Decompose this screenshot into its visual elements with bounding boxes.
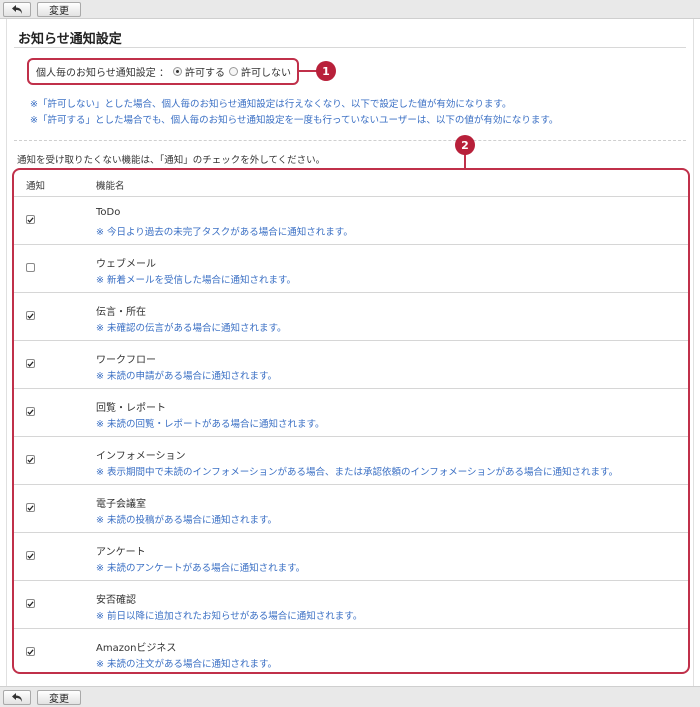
checkmark-icon: [27, 600, 34, 607]
feature-name: 伝言・所在: [96, 307, 146, 318]
feature-description: ※ 未読のアンケートがある場合に通知されます。: [96, 563, 306, 574]
notify-checkbox[interactable]: [26, 455, 35, 464]
bottom-toolbar: 変更: [0, 686, 700, 707]
change-button-bottom[interactable]: 変更: [37, 689, 81, 705]
section-divider: [14, 140, 686, 141]
note-allow: ※「許可する」とした場合でも、個人毎のお知らせ通知設定を一度も行っていないユーザ…: [30, 115, 559, 126]
feature-name: ウェブメール: [96, 259, 156, 270]
note-deny: ※「許可しない」とした場合、個人毎のお知らせ通知設定は行えなくなり、以下で設定し…: [30, 99, 512, 110]
checkmark-icon: [27, 408, 34, 415]
radio-deny-dot[interactable]: [228, 67, 238, 76]
notify-checkbox[interactable]: [26, 407, 35, 416]
notify-checkbox[interactable]: [26, 311, 35, 320]
title-divider: [14, 47, 686, 48]
radio-allow-dot[interactable]: [172, 67, 182, 76]
radio-deny-label: 許可しない: [240, 68, 291, 79]
table-row: インフォメーション ※ 表示期間中で未読のインフォメーションがある場合、または承認…: [14, 437, 688, 485]
table-row: ワークフロー ※ 未読の申請がある場合に通知されます。: [14, 341, 688, 389]
header-feature: 機能名: [96, 181, 125, 192]
instruction-text: 通知を受け取りたくない機能は、「通知」のチェックを外してください。: [17, 155, 326, 166]
checkmark-icon: [27, 648, 34, 655]
callout-badge-1: 1: [316, 61, 336, 81]
personal-setting-box: 個人毎のお知らせ通知設定 ： 許可する 許可しない: [27, 58, 299, 85]
feature-name: Amazonビジネス: [96, 643, 177, 654]
change-button[interactable]: 変更: [37, 1, 81, 17]
checkmark-icon: [27, 456, 34, 463]
callout-badge-2: 2: [455, 135, 475, 155]
feature-name: インフォメーション: [96, 451, 186, 462]
notify-checkbox[interactable]: [26, 503, 35, 512]
page-title: お知らせ通知設定: [18, 32, 122, 47]
table-row: Amazonビジネス ※ 未読の注文がある場合に通知されます。: [14, 629, 688, 672]
table-row: ToDo ※ 今日より過去の未完了タスクがある場合に通知されます。: [14, 197, 688, 245]
table-header: 通知 機能名: [14, 170, 688, 197]
feature-description: ※ 未確認の伝言がある場合に通知されます。: [96, 323, 287, 334]
feature-description: ※ 未読の投稿がある場合に通知されます。: [96, 515, 278, 526]
feature-description: ※ 新着メールを受信した場合に通知されます。: [96, 275, 297, 286]
table-row: 安否確認 ※ 前日以降に追加されたお知らせがある場合に通知されます。: [14, 581, 688, 629]
radio-deny[interactable]: 許可しない: [228, 64, 291, 79]
notify-checkbox[interactable]: [26, 647, 35, 656]
checkmark-icon: [27, 360, 34, 367]
checkmark-icon: [27, 216, 34, 223]
back-button[interactable]: [3, 1, 31, 17]
back-arrow-icon: [11, 692, 22, 702]
checkmark-icon: [27, 504, 34, 511]
radio-allow[interactable]: 許可する: [172, 64, 225, 79]
feature-description: ※ 未読の申請がある場合に通知されます。: [96, 371, 278, 382]
feature-name: 電子会議室: [96, 499, 146, 510]
notify-checkbox[interactable]: [26, 263, 35, 272]
notification-table: 通知 機能名 ToDo ※ 今日より過去の未完了タスクがある場合に通知されます。ウ…: [12, 168, 690, 674]
feature-name: 安否確認: [96, 595, 136, 606]
radio-allow-label: 許可する: [184, 68, 225, 79]
checkmark-icon: [27, 552, 34, 559]
header-notify: 通知: [26, 181, 46, 192]
table-row: 伝言・所在 ※ 未確認の伝言がある場合に通知されます。: [14, 293, 688, 341]
table-row: アンケート ※ 未読のアンケートがある場合に通知されます。: [14, 533, 688, 581]
table-row: 回覧・レポート ※ 未読の回覧・レポートがある場合に通知されます。: [14, 389, 688, 437]
feature-name: ToDo: [96, 207, 121, 218]
top-toolbar: 変更: [0, 0, 700, 19]
table-row: ウェブメール ※ 新着メールを受信した場合に通知されます。: [14, 245, 688, 293]
notify-checkbox[interactable]: [26, 359, 35, 368]
feature-description: ※ 表示期間中で未読のインフォメーションがある場合、または承認依頼のインフォメー…: [96, 467, 619, 478]
feature-description: ※ 未読の回覧・レポートがある場合に通知されます。: [96, 419, 325, 430]
callout-connector-1: [299, 70, 317, 72]
feature-description: ※ 前日以降に追加されたお知らせがある場合に通知されます。: [96, 611, 363, 622]
back-button-bottom[interactable]: [3, 689, 31, 705]
feature-name: アンケート: [96, 547, 146, 558]
notify-checkbox[interactable]: [26, 599, 35, 608]
personal-setting-label: 個人毎のお知らせ通知設定 ：: [36, 68, 169, 79]
feature-description: ※ 未読の注文がある場合に通知されます。: [96, 659, 278, 670]
back-arrow-icon: [11, 4, 22, 14]
feature-name: ワークフロー: [96, 355, 156, 366]
feature-name: 回覧・レポート: [96, 403, 166, 414]
table-row: 電子会議室 ※ 未読の投稿がある場合に通知されます。: [14, 485, 688, 533]
notify-checkbox[interactable]: [26, 215, 35, 224]
checkmark-icon: [27, 312, 34, 319]
feature-description: ※ 今日より過去の未完了タスクがある場合に通知されます。: [96, 227, 353, 238]
notify-checkbox[interactable]: [26, 551, 35, 560]
